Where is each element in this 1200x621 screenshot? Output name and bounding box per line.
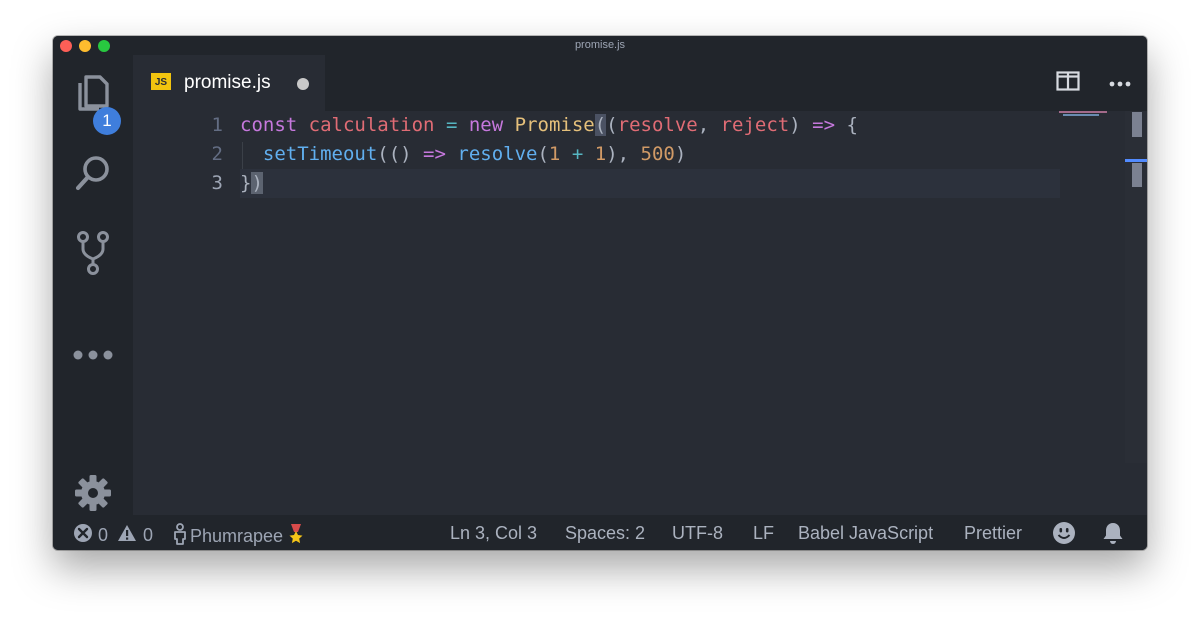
- code-token: 1: [548, 143, 561, 165]
- code-token: ): [789, 114, 813, 136]
- code-token: {: [835, 114, 858, 136]
- split-editor-icon: [1056, 70, 1080, 96]
- language-mode[interactable]: Babel JavaScript: [798, 523, 933, 544]
- code-token: 500: [640, 143, 675, 165]
- scrollbar-thumb[interactable]: [1132, 112, 1142, 137]
- more-views-button[interactable]: [53, 327, 133, 387]
- line-number: 3: [211, 172, 223, 194]
- code-token: Promise: [514, 114, 595, 136]
- medal-icon: [288, 524, 304, 549]
- code-token: ((): [377, 143, 424, 165]
- code-token: (: [594, 114, 607, 136]
- source-control-button[interactable]: [53, 225, 133, 285]
- feedback-button[interactable]: [1052, 521, 1076, 550]
- code-token: 1: [594, 143, 607, 165]
- current-line-highlight: [240, 169, 1060, 198]
- line-number: 2: [211, 143, 223, 165]
- code-token: =>: [812, 114, 836, 136]
- warning-icon: [117, 524, 137, 547]
- search-icon: [73, 153, 113, 198]
- code-token: ,: [697, 114, 721, 136]
- overview-ruler-marker: [1132, 163, 1142, 187]
- source-control-icon: [75, 230, 111, 281]
- line-number: 1: [211, 114, 223, 136]
- line-ending-setting[interactable]: LF: [753, 523, 774, 544]
- code-token: ): [674, 143, 687, 165]
- formatter-status[interactable]: Prettier: [964, 523, 1022, 544]
- user-name: Phumrapee: [190, 526, 284, 546]
- ellipsis-icon: [1109, 74, 1131, 92]
- unsaved-changes-dot-icon[interactable]: [297, 78, 309, 90]
- code-token: resolve: [617, 114, 698, 136]
- notifications-button[interactable]: [1102, 521, 1124, 550]
- smiley-icon: [1052, 521, 1076, 550]
- search-view-button[interactable]: [53, 145, 133, 205]
- tab-promise-js[interactable]: JS promise.js: [133, 55, 325, 111]
- code-token: reject: [720, 114, 790, 136]
- code-token: new: [468, 114, 504, 136]
- more-actions-button[interactable]: [1107, 71, 1133, 95]
- cursor-position-marker: [1125, 159, 1147, 162]
- code-token: const: [240, 114, 298, 136]
- explorer-badge: 1: [93, 107, 121, 135]
- error-count: 0: [98, 525, 109, 545]
- code-token: (: [606, 114, 618, 136]
- split-editor-button[interactable]: [1055, 70, 1081, 96]
- minimap-line: [1063, 114, 1099, 116]
- code-token: =>: [423, 143, 446, 165]
- code-editor[interactable]: 1 2 3 const calculation = new Promise((r…: [133, 111, 1147, 515]
- code-line[interactable]: }): [240, 169, 263, 198]
- activity-bar: 1: [53, 55, 133, 515]
- javascript-file-icon: JS: [151, 73, 171, 90]
- minimap-line: [1059, 111, 1107, 113]
- code-token: setTimeout: [262, 143, 378, 165]
- code-token: resolve: [457, 143, 538, 165]
- code-token: calculation: [308, 114, 435, 136]
- code-line[interactable]: const calculation = new Promise((resolve…: [240, 111, 858, 140]
- account-status[interactable]: Phumrapee: [173, 523, 304, 550]
- code-token: (: [537, 143, 549, 165]
- indentation-setting[interactable]: Spaces: 2: [565, 523, 645, 544]
- title-bar: promise.js: [53, 36, 1147, 55]
- code-token: +: [571, 143, 584, 165]
- problems-indicator[interactable]: 0 0: [73, 523, 153, 548]
- error-icon: [73, 523, 93, 548]
- bell-icon: [1102, 521, 1124, 550]
- encoding-setting[interactable]: UTF-8: [672, 523, 723, 544]
- warning-count: 0: [143, 525, 154, 545]
- code-token: ): [251, 172, 263, 194]
- tab-label: promise.js: [184, 72, 271, 93]
- explorer-button[interactable]: 1: [53, 65, 133, 135]
- person-icon: [173, 523, 187, 550]
- editor-window: promise.js 1 JS promise.js 1 2 3 const c…: [53, 36, 1147, 550]
- cursor-position[interactable]: Ln 3, Col 3: [450, 523, 537, 544]
- settings-gear-icon: [74, 474, 112, 517]
- code-line[interactable]: setTimeout(() => resolve(1 + 1), 500): [240, 140, 686, 169]
- more-icon: [72, 348, 114, 366]
- window-title: promise.js: [574, 39, 626, 51]
- code-token: ),: [606, 143, 641, 165]
- status-bar: 0 0 Phumrapee Ln 3, Col 3 Spaces: 2 UTF-…: [53, 515, 1147, 550]
- code-token: =: [445, 114, 458, 136]
- code-token: }: [240, 172, 252, 194]
- tab-bar: JS promise.js: [133, 55, 1147, 111]
